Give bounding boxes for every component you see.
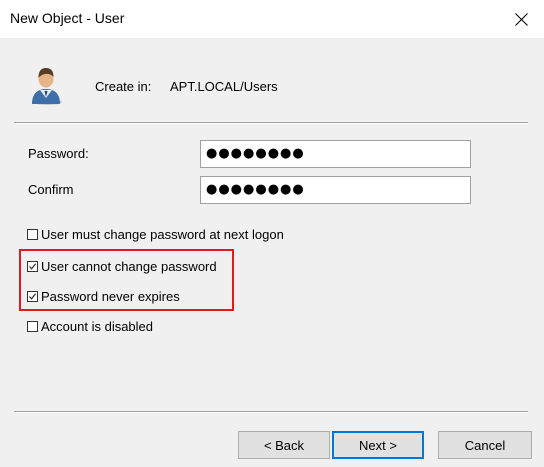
- must-change-password-label: User must change password at next logon: [41, 226, 284, 242]
- cancel-button[interactable]: Cancel: [438, 431, 532, 459]
- confirm-label: Confirm: [28, 182, 74, 197]
- footer-divider: [14, 411, 528, 413]
- user-icon: [32, 68, 62, 105]
- must-change-password-checkbox[interactable]: [27, 228, 38, 240]
- window-title: New Object - User: [10, 10, 125, 26]
- close-icon: [514, 12, 528, 26]
- back-button[interactable]: < Back: [238, 431, 330, 459]
- confirm-password-field[interactable]: ●●●●●●●●: [200, 176, 471, 204]
- title-bar: New Object - User: [0, 0, 544, 38]
- account-disabled-checkbox[interactable]: [27, 320, 38, 332]
- must-change-password-option[interactable]: User must change password at next logon: [27, 225, 284, 243]
- account-disabled-option[interactable]: Account is disabled: [27, 317, 153, 335]
- password-label: Password:: [28, 146, 89, 161]
- create-in-path: APT.LOCAL/Users: [170, 79, 278, 94]
- new-object-user-dialog: New Object - User Create in: APT.LOCAL/U…: [0, 0, 544, 467]
- password-field[interactable]: ●●●●●●●●: [200, 140, 471, 168]
- highlight-annotation: [19, 249, 234, 311]
- header-divider: [14, 122, 528, 124]
- create-in-label: Create in:: [95, 79, 152, 94]
- next-button[interactable]: Next >: [332, 431, 424, 459]
- account-disabled-label: Account is disabled: [41, 318, 154, 334]
- close-button[interactable]: [498, 0, 544, 38]
